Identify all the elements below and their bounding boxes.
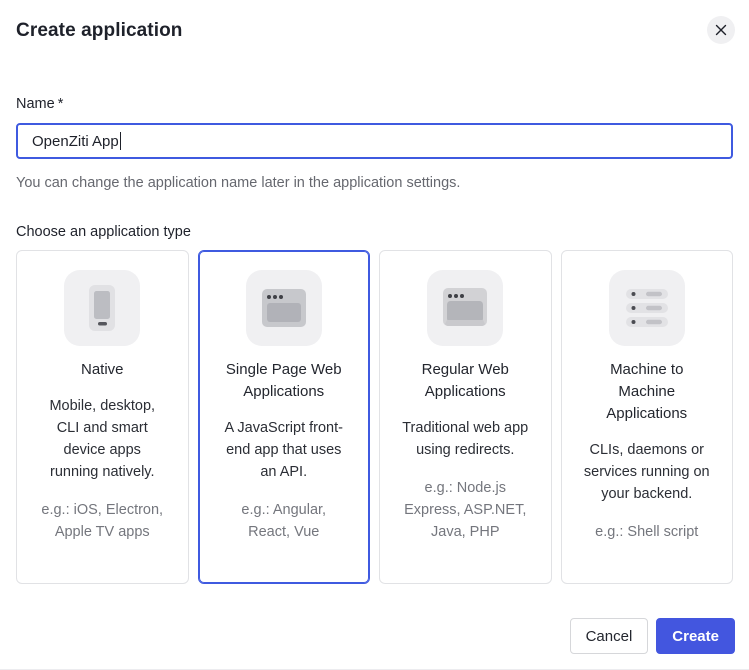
modal-footer: Cancel Create (570, 618, 735, 654)
browser-window-icon (246, 270, 322, 346)
card-regular-web[interactable]: Regular Web Applications Traditional web… (379, 250, 552, 584)
icon-tile (609, 270, 685, 346)
icon-tile (246, 270, 322, 346)
text-caret (120, 132, 121, 150)
icon-tile (64, 270, 140, 346)
card-title: Regular Web Applications (401, 359, 530, 403)
card-title: Single Page Web Applications (220, 359, 349, 403)
close-icon (715, 24, 727, 36)
card-native[interactable]: Native Mobile, desktop, CLI and smart de… (16, 250, 189, 584)
card-machine-to-machine[interactable]: Machine to Machine Applications CLIs, da… (561, 250, 734, 584)
application-name-value: OpenZiti App (32, 133, 119, 150)
mobile-phone-icon (64, 270, 140, 346)
icon-tile (427, 270, 503, 346)
card-title: Native (81, 359, 124, 381)
create-application-modal: Create application Name* OpenZiti App Yo… (0, 0, 749, 670)
card-examples: e.g.: iOS, Electron, Apple TV apps (38, 499, 167, 543)
application-type-label: Choose an application type (16, 224, 733, 240)
card-description: Traditional web app using redirects. (401, 417, 530, 461)
required-asterisk: * (58, 96, 64, 112)
card-examples: e.g.: Node.js Express, ASP.NET, Java, PH… (401, 477, 530, 543)
card-description: Mobile, desktop, CLI and smart device ap… (38, 395, 167, 483)
modal-header: Create application (0, 0, 749, 44)
name-helper-text: You can change the application name late… (16, 175, 733, 191)
card-examples: e.g.: Angular, React, Vue (220, 499, 349, 543)
card-title: Machine to Machine Applications (583, 359, 712, 425)
cancel-button[interactable]: Cancel (570, 618, 649, 654)
name-label-text: Name (16, 96, 55, 112)
application-name-input[interactable]: OpenZiti App (16, 123, 733, 159)
card-examples: e.g.: Shell script (595, 521, 698, 543)
name-field-label: Name* (16, 96, 733, 112)
application-type-cards: Native Mobile, desktop, CLI and smart de… (16, 250, 733, 584)
web-app-window-icon (427, 270, 503, 346)
modal-title: Create application (16, 16, 183, 42)
server-stack-icon (609, 270, 685, 346)
card-description: CLIs, daemons or services running on you… (583, 439, 712, 505)
card-single-page-web[interactable]: Single Page Web Applications A JavaScrip… (198, 250, 371, 584)
modal-body: Name* OpenZiti App You can change the ap… (0, 96, 749, 584)
create-button[interactable]: Create (656, 618, 735, 654)
close-button[interactable] (707, 16, 735, 44)
card-description: A JavaScript front-end app that uses an … (220, 417, 349, 483)
